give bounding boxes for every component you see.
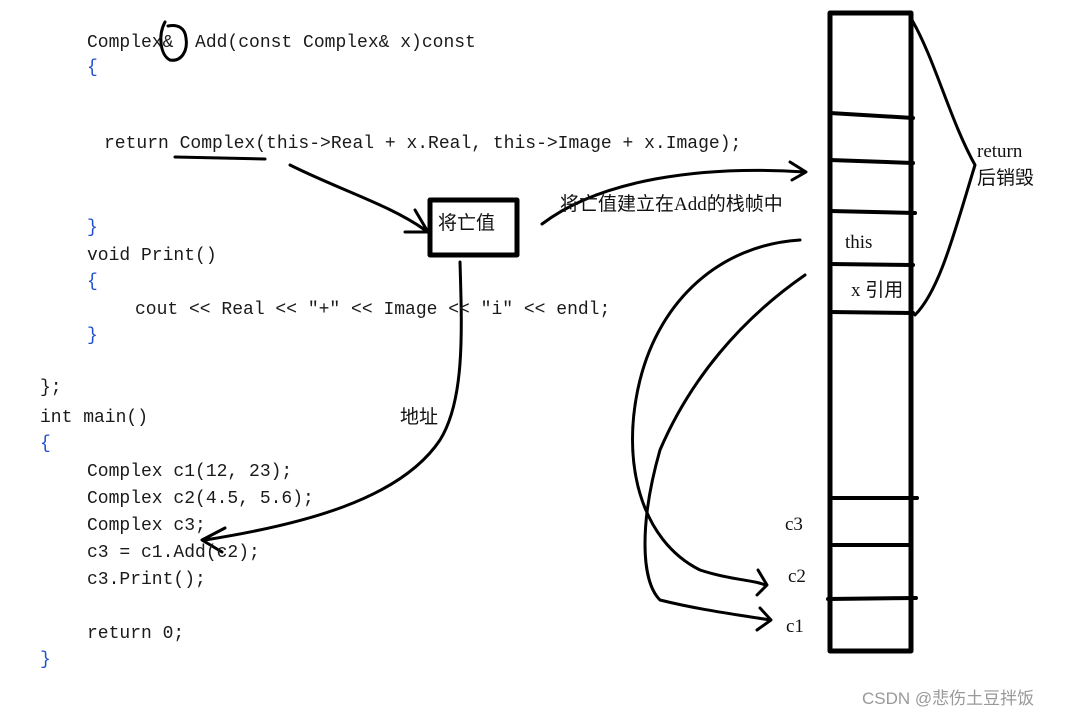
address-label: 地址 bbox=[400, 407, 439, 428]
code-line: { bbox=[40, 434, 51, 454]
stack-slot-c3: c3 bbox=[785, 514, 803, 535]
code-line: return 0; bbox=[87, 624, 185, 644]
return-note: return bbox=[977, 141, 1023, 162]
stack-slot-this: this bbox=[845, 232, 873, 253]
arrow-to-xvalue bbox=[288, 163, 430, 234]
code-line: void Print() bbox=[87, 246, 217, 266]
code-line: return Complex(this->Real + x.Real, this… bbox=[104, 134, 742, 154]
watermark: CSDN @悲伤土豆拌饭 bbox=[862, 689, 1035, 708]
xvalue-caption: 将亡值建立在Add的栈帧中 bbox=[560, 194, 783, 215]
stack-dividers bbox=[826, 111, 919, 601]
code-line: } bbox=[40, 650, 51, 670]
return-brace bbox=[910, 18, 977, 317]
code-line: } bbox=[87, 218, 98, 238]
stack-slot-c2: c2 bbox=[788, 566, 806, 587]
code-line: c3 = c1.Add(c2); bbox=[87, 543, 260, 563]
arrow-to-c2 bbox=[631, 238, 802, 597]
stack-slot-c1: c1 bbox=[786, 616, 804, 637]
code-line: Complex& Add(const Complex& x)const bbox=[87, 33, 476, 53]
code-line: c3.Print(); bbox=[87, 570, 206, 590]
code-line: cout << Real << "+" << Image << "i" << e… bbox=[135, 300, 611, 320]
hand-drawn-strokes bbox=[159, 10, 977, 654]
xvalue-label: 将亡值 bbox=[438, 213, 496, 234]
code-line: Complex c3; bbox=[87, 516, 206, 536]
code-line: int main() bbox=[40, 408, 149, 428]
code-line: }; bbox=[40, 378, 62, 398]
code-line: Complex c1(12, 23); bbox=[87, 462, 293, 482]
diagram-canvas: Complex& Add(const Complex& x)const { re… bbox=[0, 0, 1069, 714]
stack-slot-x-ref: x 引用 bbox=[851, 280, 904, 301]
destroy-note: 后销毁 bbox=[977, 168, 1035, 189]
code-line: } bbox=[87, 326, 98, 346]
stack-frame bbox=[827, 10, 914, 654]
code-line: { bbox=[87, 58, 98, 78]
code-line: { bbox=[87, 272, 98, 292]
code-line: Complex c2(4.5, 5.6); bbox=[87, 489, 314, 509]
complex-underline bbox=[173, 155, 267, 161]
